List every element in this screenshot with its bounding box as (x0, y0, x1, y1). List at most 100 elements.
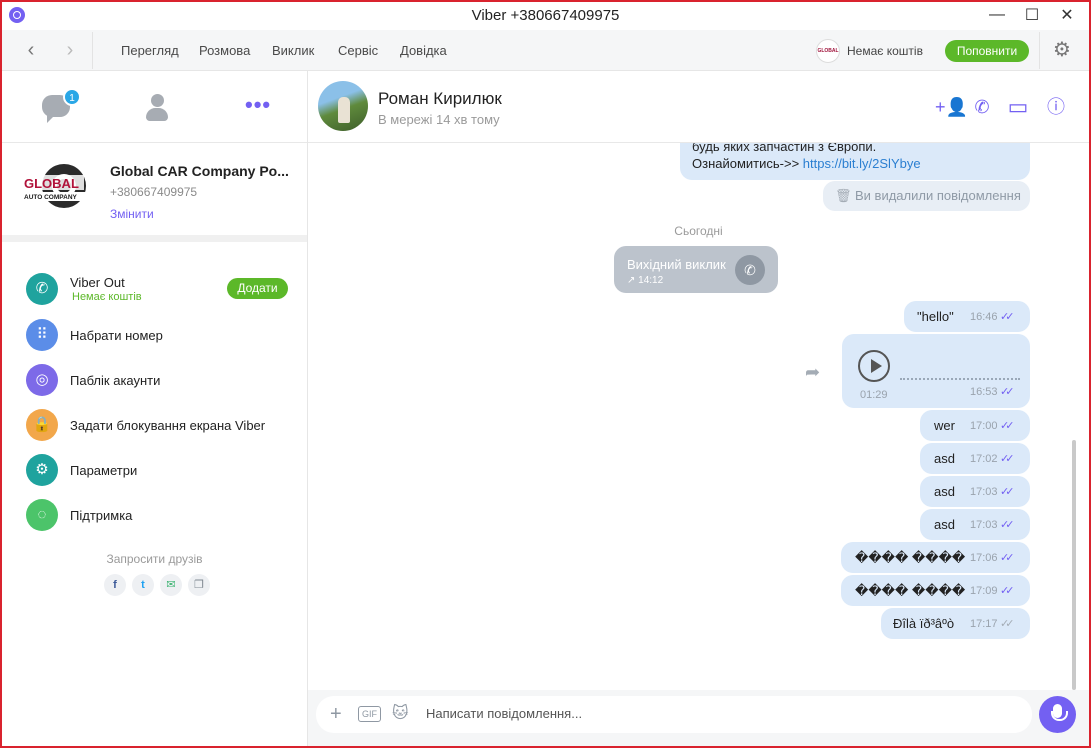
add-participant-icon[interactable]: +👤 (935, 95, 968, 119)
message-text: Ознайомитись->> https://bit.ly/2SlYbye (692, 156, 921, 171)
forward-arrow-icon[interactable]: › (58, 39, 82, 61)
message-time: 17:06 (970, 552, 998, 564)
window-title: Viber +380667409975 (471, 7, 620, 24)
menu-call[interactable]: Виклик (272, 43, 314, 58)
menu-view[interactable]: Перегляд (121, 43, 179, 58)
sidebar-item-label: Підтримка (70, 508, 133, 523)
phone-out-icon: ✆ (26, 273, 58, 305)
close-button[interactable]: ✕ (1045, 2, 1089, 28)
menu-help[interactable]: Довідка (400, 43, 447, 58)
play-icon[interactable] (858, 350, 890, 382)
profile-name: Global CAR Company Po... (110, 163, 289, 179)
logo-text-subtitle: AUTO COMPANY (24, 194, 78, 201)
voice-waveform[interactable] (900, 378, 1020, 380)
delivered-ticks-icon: ✓✓ (1000, 618, 1015, 630)
message-text: asd (934, 484, 955, 499)
microphone-button[interactable] (1039, 696, 1076, 733)
support-icon: ◌ (26, 499, 58, 531)
voice-duration: 01:29 (860, 389, 888, 401)
facebook-icon[interactable]: f (104, 574, 126, 596)
message-text: Ðîlà ïð³âºò (893, 616, 955, 631)
read-ticks-icon: ✓✓ (1000, 453, 1015, 465)
read-ticks-icon: ✓✓ (1000, 585, 1015, 597)
logo-text-global: GLOBAL (24, 176, 79, 191)
message-bubble: Ðîlà ïð³âºò 17:17 ✓✓ (881, 608, 1030, 639)
contacts-tab-icon[interactable] (151, 94, 164, 107)
menu-tools[interactable]: Сервіс (338, 43, 378, 58)
company-logo: GLOBAL AUTO COMPANY (22, 164, 88, 208)
contact-avatar[interactable] (318, 81, 368, 131)
read-ticks-icon: ✓✓ (1000, 486, 1015, 498)
nav-divider (92, 32, 93, 69)
email-icon[interactable]: ✉ (160, 574, 182, 596)
menu-conversation[interactable]: Розмова (199, 43, 250, 58)
phone-icon[interactable]: ✆ (735, 255, 765, 285)
sidebar: 1 ••• GLOBAL AUTO COMPANY Global CAR Com… (2, 71, 308, 746)
deleted-message-notice: 🗑 Ви видалили повідомлення (823, 181, 1030, 211)
message-input[interactable] (426, 706, 1016, 721)
public-accounts-icon: ◎ (26, 364, 58, 396)
info-icon[interactable]: ⓘ (1044, 95, 1068, 119)
sidebar-item-public-accounts[interactable]: ◎ Паблік акаунти (2, 360, 307, 400)
trash-icon: 🗑 (835, 188, 852, 203)
video-call-icon[interactable]: ▭ (1006, 95, 1030, 119)
message-bubble: asd 17:03 ✓✓ (920, 476, 1030, 507)
forward-icon[interactable]: ➦ (805, 362, 820, 383)
plus-icon[interactable]: + (330, 704, 342, 724)
message-time: 16:53 (970, 386, 998, 398)
sidebar-item-support[interactable]: ◌ Підтримка (2, 495, 307, 535)
message-time: 17:09 (970, 585, 998, 597)
menu-divider (1039, 32, 1040, 69)
invite-friends-title: Запросити друзів (106, 552, 203, 566)
add-credit-button[interactable]: Додати (227, 278, 288, 299)
sticker-icon[interactable]: 🐱 (392, 704, 409, 724)
sidebar-item-dial[interactable]: ⠿ Набрати номер (2, 315, 307, 355)
call-title: Вихідний виклик (627, 257, 726, 272)
message-bubble: "hello" 16:46 ✓✓ (904, 301, 1030, 332)
more-tab-icon[interactable]: ••• (245, 94, 271, 116)
call-bubble[interactable]: Вихідний виклик ↗ 14:12 ✆ (614, 246, 778, 293)
message-text: ���� ���� (855, 550, 966, 565)
read-ticks-icon: ✓✓ (1000, 386, 1015, 398)
top-up-button[interactable]: Поповнити (945, 40, 1029, 62)
copy-icon[interactable]: ❐ (188, 574, 210, 596)
contact-name[interactable]: Роман Кирилюк (378, 89, 502, 109)
read-ticks-icon: ✓✓ (1000, 519, 1015, 531)
message-bubble: asd 17:02 ✓✓ (920, 443, 1030, 474)
dialpad-icon: ⠿ (26, 319, 58, 351)
contacts-tab-icon-body[interactable] (146, 108, 168, 121)
message-time: 17:00 (970, 420, 998, 432)
message-scrollbar[interactable] (1072, 440, 1076, 690)
call-icon[interactable]: ✆ (970, 95, 994, 119)
message-text: wer (934, 418, 955, 433)
sidebar-item-label: Задати блокування екрана Viber (70, 418, 266, 433)
voice-message-bubble: 01:29 16:53 ✓✓ (842, 334, 1030, 408)
read-ticks-icon: ✓✓ (1000, 552, 1015, 564)
sidebar-tabs: 1 ••• (2, 71, 307, 143)
back-arrow-icon[interactable]: ‹ (19, 39, 43, 61)
message-time: 17:02 (970, 453, 998, 465)
profile-phone: +380667409975 (110, 185, 198, 199)
message-text: "hello" (917, 309, 954, 324)
edit-profile-link[interactable]: Змінити (110, 207, 154, 221)
message-bubble: asd 17:03 ✓✓ (920, 509, 1030, 540)
message-link[interactable]: https://bit.ly/2SlYbye (803, 156, 921, 171)
message-text: ���� ���� (855, 583, 966, 598)
message-time: 17:03 (970, 486, 998, 498)
menu-bar: ‹ › Перегляд Розмова Виклик Сервіс Довід… (2, 30, 1089, 71)
sidebar-item-screen-lock[interactable]: 🔒 Задати блокування екрана Viber (2, 405, 307, 445)
twitter-icon[interactable]: t (132, 574, 154, 596)
sidebar-item-label: Паблік акаунти (70, 373, 161, 388)
message-bubble: будь яких запчастин з Європи. Ознайомити… (680, 143, 1030, 180)
message-list: будь яких запчастин з Європи. Ознайомити… (308, 143, 1089, 690)
message-text-prefix: Ознайомитись->> (692, 156, 803, 171)
sidebar-item-viber-out[interactable]: ✆ Viber Out Немає коштів Додати (2, 269, 307, 309)
message-text: asd (934, 517, 955, 532)
settings-gear-icon[interactable]: ⚙ (1052, 40, 1072, 60)
sidebar-item-settings[interactable]: ⚙ Параметри (2, 450, 307, 490)
gif-icon[interactable]: GIF (358, 706, 381, 722)
message-time: 16:46 (970, 311, 998, 323)
call-time: ↗ 14:12 (627, 275, 664, 286)
message-time: 17:17 (970, 618, 998, 630)
profile-card: GLOBAL AUTO COMPANY Global CAR Company P… (2, 143, 307, 242)
